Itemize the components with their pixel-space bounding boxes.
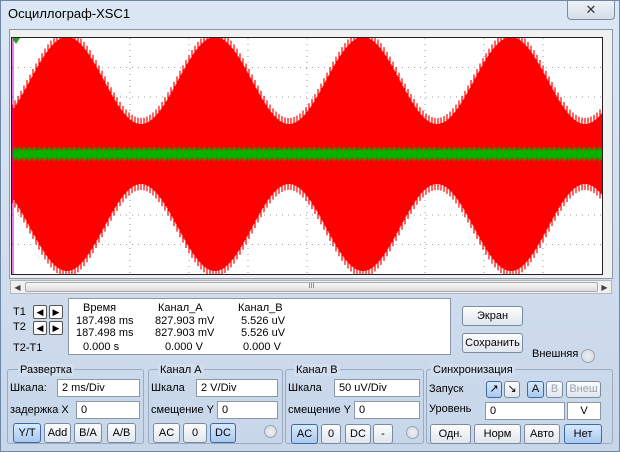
measurement-readout: Время Канал_А Канал_В 187.498 ms 827.903…: [68, 298, 451, 355]
channel-a-radio[interactable]: [264, 425, 277, 438]
mode-ba-button[interactable]: B/A: [74, 423, 102, 443]
channel-a-scale-field[interactable]: 2 V/Div: [196, 379, 278, 397]
save-button[interactable]: Сохранить: [462, 333, 523, 353]
t2-left-icon[interactable]: ◀: [33, 321, 47, 335]
window-title: Осциллограф-XSC1: [8, 6, 131, 21]
channel-b-zero-button[interactable]: 0: [321, 424, 341, 444]
external-label: Внешняя: [532, 348, 579, 360]
scroll-left-icon[interactable]: ◀: [12, 282, 23, 293]
trigger-source-b-button[interactable]: B: [546, 381, 563, 398]
horizontal-scrollbar[interactable]: ◀ III ▶: [10, 280, 612, 294]
channel-b-dc-button[interactable]: DC: [345, 424, 371, 444]
readout-t2-time: 187.498 ms: [76, 327, 134, 339]
readout-t1-channel-a: 827.903 mV: [155, 315, 215, 327]
oscilloscope-display[interactable]: [11, 37, 603, 275]
channel-a-dc-button[interactable]: DC: [210, 423, 236, 443]
mode-add-button[interactable]: Add: [44, 423, 71, 443]
trigger-source-external-button[interactable]: Внеш: [566, 381, 601, 398]
channel-a-zero-button[interactable]: 0: [183, 423, 207, 443]
channel-b-ac-button[interactable]: AC: [291, 424, 318, 444]
readout-t2-channel-b: 5.526 uV: [241, 327, 286, 339]
readout-t2-channel-a: 827.903 mV: [155, 327, 215, 339]
trigger-none-button[interactable]: Нет: [564, 424, 602, 444]
trigger-level-label: Уровень: [429, 403, 472, 415]
cursor-t2-label: T2: [13, 321, 26, 333]
readout-t1-channel-b: 5.526 uV: [241, 315, 286, 327]
readout-t1-time: 187.498 ms: [76, 315, 134, 327]
t1-right-icon[interactable]: ▶: [49, 305, 63, 319]
channel-a-offset-label: смещение Y: [151, 404, 214, 416]
mode-yt-button[interactable]: Y/T: [13, 423, 41, 443]
timebase-scale-label: Шкала:: [10, 382, 47, 394]
readout-diff-channel-b: 0.000 V: [243, 341, 281, 353]
trigger-auto-button[interactable]: Авто: [524, 424, 560, 444]
trigger-title: Синхронизация: [431, 364, 515, 376]
t2-right-icon[interactable]: ▶: [49, 321, 63, 335]
channel-a-title: Канал А: [158, 364, 204, 376]
oscilloscope-window: Осциллограф-XSC1 ✕ ◀ III ▶ T1 ◀ ▶ T2 ◀ ▶…: [0, 0, 620, 452]
close-button[interactable]: ✕: [567, 1, 615, 20]
channel-a-ac-button[interactable]: AC: [153, 423, 180, 443]
trigger-source-a-button[interactable]: A: [527, 381, 544, 398]
channel-a-scale-label: Шкала: [151, 382, 185, 394]
timebase-scale-field[interactable]: 2 ms/Div: [57, 379, 140, 397]
screen-button[interactable]: Экран: [462, 306, 523, 326]
t1-left-icon[interactable]: ◀: [33, 305, 47, 319]
trigger-level-unit[interactable]: V: [567, 402, 601, 420]
readout-header-channel-a: Канал_А: [158, 302, 203, 314]
readout-header-channel-b: Канал_В: [238, 302, 283, 314]
channel-b-offset-label: смещение Y: [288, 404, 351, 416]
channel-b-scale-label: Шкала: [288, 382, 322, 394]
channel-b-scale-field[interactable]: 50 uV/Div: [334, 379, 420, 397]
channel-b-minus-button[interactable]: -: [373, 424, 393, 444]
external-radio[interactable]: [581, 349, 595, 363]
scroll-right-icon[interactable]: ▶: [599, 282, 610, 293]
channel-b-radio[interactable]: [406, 426, 419, 439]
channel-b-title: Канал В: [294, 364, 340, 376]
title-bar[interactable]: Осциллограф-XSC1 ✕: [1, 1, 620, 27]
mode-ab-button[interactable]: A/B: [107, 423, 136, 443]
trigger-single-button[interactable]: Одн.: [430, 424, 471, 444]
readout-header-time: Время: [83, 302, 117, 314]
cursor-diff-label: T2-T1: [13, 342, 43, 354]
timebase-delay-field[interactable]: 0: [76, 401, 140, 419]
scrollbar-thumb[interactable]: III: [25, 282, 598, 292]
waveform-plot: [12, 38, 602, 274]
channel-b-offset-field[interactable]: 0: [354, 401, 420, 419]
trigger-edge-label: Запуск: [429, 383, 464, 395]
channel-a-offset-field[interactable]: 0: [217, 401, 278, 419]
readout-diff-channel-a: 0.000 V: [165, 341, 203, 353]
trigger-normal-button[interactable]: Норм: [474, 424, 521, 444]
timebase-delay-label: задержка X: [10, 404, 69, 416]
cursor-t1-label: T1: [13, 306, 26, 318]
trigger-level-field[interactable]: 0: [485, 402, 565, 420]
trigger-falling-edge-icon[interactable]: ↘: [504, 381, 520, 398]
timebase-title: Развертка: [18, 364, 74, 376]
trigger-rising-edge-icon[interactable]: ↗: [486, 381, 502, 398]
readout-diff-time: 0.000 s: [83, 341, 120, 353]
